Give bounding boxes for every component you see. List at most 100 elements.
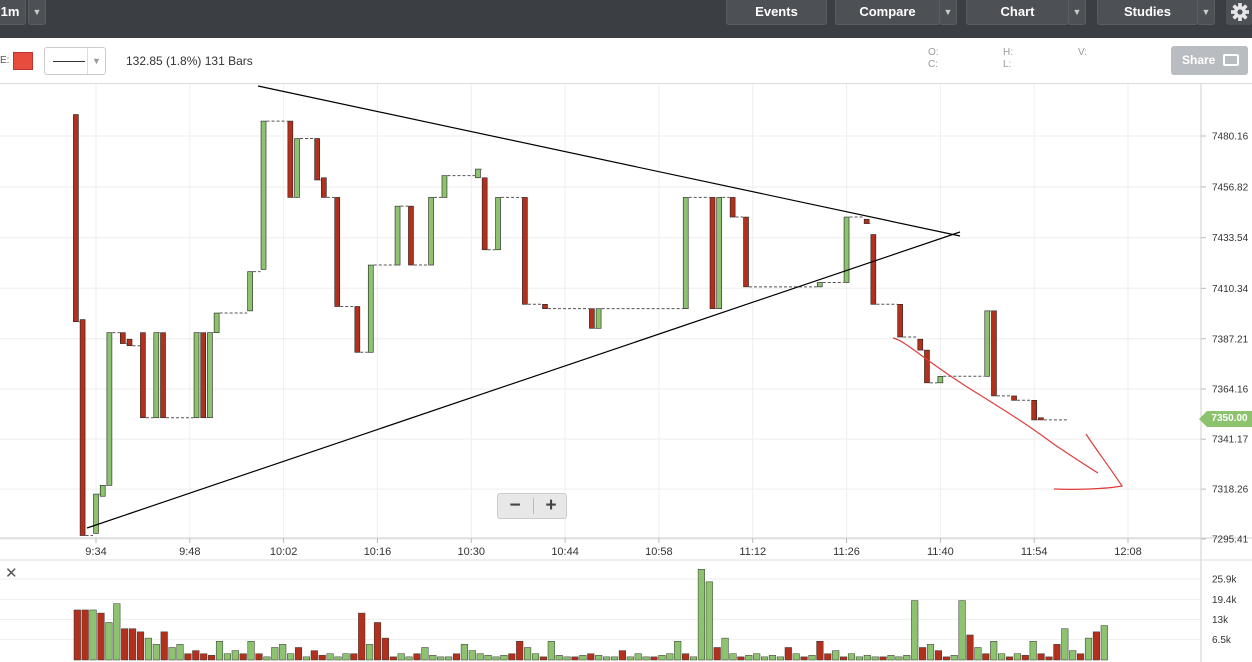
y-tick-label: 7318.26 [1212,485,1249,496]
volume-bar [713,647,721,661]
x-tick-label: 11:26 [833,546,860,558]
x-tick-label: 11:40 [927,546,954,558]
x-tick-label: 10:58 [645,546,673,558]
volume-bar [421,647,429,661]
volume-axis-ticks: 25.9k 19.4k 13k 6.5k [1212,575,1237,647]
volume-bar [1061,628,1069,661]
compare-button[interactable]: Compare [835,0,940,25]
x-tick-label: 12:08 [1114,546,1142,558]
chart-info-bar: E: ▼ 132.85 (1.8%) 131 Bars O: C: H: L: … [0,38,1252,84]
volume-bar [492,656,500,661]
volume-bar [887,655,895,661]
price-bar [924,349,930,384]
price-bar [193,332,200,419]
price-bar [897,304,903,338]
price-bar [106,332,113,486]
share-label: Share [1182,53,1216,67]
volume-bar [468,650,476,661]
volume-bar [381,637,389,661]
chart-dropdown-caret[interactable]: ▼ [1068,0,1086,25]
x-tick-label: 10:02 [270,546,298,558]
volume-bar [753,653,761,661]
price-bar [160,332,166,419]
trendline-upper[interactable] [257,85,961,237]
volume-bar [239,653,247,661]
chart-button[interactable]: Chart [966,0,1069,25]
volume-bar [1092,631,1100,661]
volume-bar [192,650,200,661]
volume-bar [358,612,366,661]
interval-selector[interactable]: 1m [0,0,26,25]
price-bar [475,168,481,179]
low-label: L: [1003,59,1012,70]
volume-bar [350,653,358,661]
compare-dropdown-caret[interactable]: ▼ [939,0,957,25]
volume-bar [761,656,769,661]
volume-bar [642,656,650,661]
volume-bar [974,647,982,661]
volume-bar [840,656,848,661]
volume-bar [310,650,318,661]
volume-bar [682,653,690,661]
studies-dropdown-caret[interactable]: ▼ [1197,0,1215,25]
annotation-arrow-head[interactable] [1053,433,1124,490]
volume-grid [0,578,1201,641]
volume-bar [113,603,121,661]
price-change-summary: 132.85 (1.8%) 131 Bars [126,54,253,68]
volume-bar [871,656,879,661]
volume-bar [800,656,808,661]
settings-button[interactable] [1226,0,1252,25]
price-bar [743,216,749,288]
studies-button[interactable]: Studies [1097,0,1198,25]
zoom-controls: − + [497,493,567,519]
volume-bar [729,653,737,661]
volume-bar [508,653,516,661]
price-bar [709,197,716,309]
share-button[interactable]: Share [1171,46,1248,75]
volume-bar [658,655,666,661]
volume-bar [626,656,634,661]
volume-bar [824,653,832,661]
price-bar [207,332,213,419]
volume-bar [81,609,89,661]
volume-tick-label: 6.5k [1212,635,1232,646]
volume-bar [603,656,611,661]
volume-bar [998,653,1006,661]
y-tick-label: 7387.21 [1212,334,1249,345]
x-tick-label: 9:34 [85,546,106,558]
line-style-selector[interactable]: ▼ [44,47,106,75]
zoom-in-button[interactable]: + [534,494,568,518]
y-tick-label: 7456.82 [1212,182,1249,193]
price-bar [314,138,320,181]
price-bar [247,271,253,312]
volume-bar [595,655,603,661]
color-label: E: [0,55,10,66]
volume-bar [776,656,784,661]
volume-bar [571,656,579,661]
series-color-swatch[interactable] [13,52,33,70]
volume-bar [903,655,911,661]
volume-bar [942,656,950,661]
price-bar [408,205,414,266]
volume-bar [294,647,303,661]
price-bar [93,493,99,534]
price-chart[interactable]: 7480.16 7456.82 7433.54 7410.34 7387.21 7364.… [0,84,1252,662]
volume-bar [563,656,571,661]
volume-bar [184,653,192,661]
price-bar [140,332,146,419]
close-volume-panel-icon[interactable]: ✕ [5,564,18,582]
volume-label: V: [1078,47,1088,58]
price-bar [589,308,595,329]
volume-bar [1077,653,1085,661]
volume-bar [958,600,966,661]
x-tick-label: 11:54 [1021,546,1048,558]
share-icon [1223,54,1239,66]
volume-bar [879,656,887,661]
volume-bar [895,656,903,661]
price-bar [716,197,723,309]
zoom-out-button[interactable]: − [498,494,532,518]
volume-bar [863,655,871,661]
events-button[interactable]: Events [726,0,827,25]
price-bar [260,120,267,270]
interval-dropdown-caret[interactable]: ▼ [28,0,46,25]
